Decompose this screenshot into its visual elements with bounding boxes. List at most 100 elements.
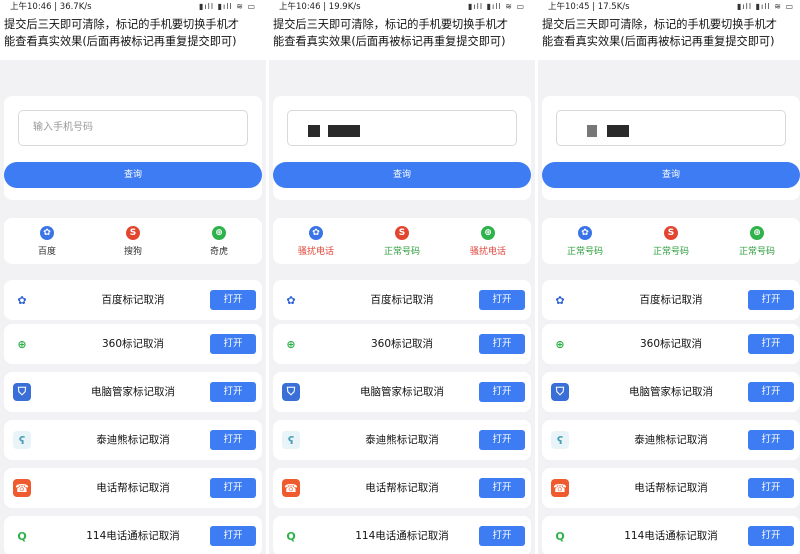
notice-text: 提交后三天即可清除，标记的手机要切换手机才 能查看真实效果(后面再被标记再重复提交… (269, 14, 535, 60)
phone-number-input[interactable] (556, 110, 786, 146)
result-item: ⊕ 奇虎 (179, 225, 259, 257)
open-button[interactable]: 打开 (479, 478, 525, 498)
open-button[interactable]: 打开 (748, 478, 794, 498)
unmark-row: Q 114电话通标记取消 打开 (542, 516, 800, 554)
unmark-row: ✿ 百度标记取消 打开 (4, 280, 262, 320)
status-time: 上午10:45 (548, 2, 590, 12)
unmark-row: ʕ 泰迪熊标记取消 打开 (4, 420, 262, 460)
status-bar: 上午10:45 | 17.5K/s ▮ıll ▮ıll ≋ ▭ (538, 0, 800, 14)
notice-line: 能查看真实效果(后面再被标记再重复提交即可) (273, 35, 506, 48)
network-speed: 36.7K/s (59, 2, 92, 12)
query-button[interactable]: 查询 (273, 162, 531, 188)
status-icons: ▮ıll ▮ıll ≋ ▭ (467, 2, 525, 11)
unmark-row: ⊕ 360标记取消 打开 (542, 324, 800, 364)
search-card: 查询 (542, 96, 800, 200)
phone-number-input[interactable] (287, 110, 517, 146)
open-button[interactable]: 打开 (210, 290, 256, 310)
open-button[interactable]: 打开 (748, 290, 794, 310)
open-button[interactable]: 打开 (210, 334, 256, 354)
result-item: S 搜狗 (93, 225, 173, 257)
unmark-row: ☎ 电话帮标记取消 打开 (273, 468, 531, 508)
unmark-row: ☎ 电话帮标记取消 打开 (542, 468, 800, 508)
status-left: 上午10:46 | 19.9K/s (279, 2, 361, 12)
phone-screen-panel: 上午10:46 | 19.9K/s ▮ıll ▮ıll ≋ ▭ 提交后三天即可清除，… (269, 0, 535, 554)
phone-number-input[interactable]: 输入手机号码 (18, 110, 248, 146)
unmark-row: ⊕ 360标记取消 打开 (4, 324, 262, 364)
qihoo-360-icon: ⊕ (212, 225, 226, 240)
notice-text: 提交后三天即可清除，标记的手机要切换手机才 能查看真实效果(后面再被标记再重复提交… (538, 14, 800, 60)
query-button[interactable]: 查询 (542, 162, 800, 188)
unmark-row: Q 114电话通标记取消 打开 (4, 516, 262, 554)
status-left: 上午10:45 | 17.5K/s (548, 2, 630, 12)
unmark-row: ʕ 泰迪熊标记取消 打开 (273, 420, 531, 460)
redacted-phone-number (607, 125, 629, 137)
phone-screen-panel: 上午10:46 | 36.7K/s ▮ıll ▮ıll ≋ ▭ 提交后三天即可清除，… (0, 0, 266, 554)
open-button[interactable]: 打开 (479, 382, 525, 402)
status-time: 上午10:46 (10, 2, 52, 12)
open-button[interactable]: 打开 (479, 430, 525, 450)
open-button[interactable]: 打开 (210, 526, 256, 546)
unmark-row: ⛉ 电脑管家标记取消 打开 (273, 372, 531, 412)
unmark-row: ⛉ 电脑管家标记取消 打开 (4, 372, 262, 412)
status-icons: ▮ıll ▮ıll ≋ ▭ (198, 2, 256, 11)
unmark-row: ✿ 百度标记取消 打开 (273, 280, 531, 320)
redacted-phone-number (328, 125, 360, 137)
result-item: S 正常号码 (631, 225, 711, 257)
result-item: ✿ 正常号码 (545, 225, 625, 257)
unmark-row: ☎ 电话帮标记取消 打开 (4, 468, 262, 508)
result-label: 正常号码 (566, 246, 603, 257)
open-button[interactable]: 打开 (210, 478, 256, 498)
open-button[interactable]: 打开 (748, 334, 794, 354)
result-label: 正常号码 (738, 246, 775, 257)
status-left: 上午10:46 | 36.7K/s (10, 2, 92, 12)
open-button[interactable]: 打开 (748, 382, 794, 402)
baidu-paw-icon: ✿ (309, 225, 323, 240)
status-bar: 上午10:46 | 19.9K/s ▮ıll ▮ıll ≋ ▭ (269, 0, 535, 14)
result-label: 骚扰电话 (469, 246, 506, 257)
result-label: 骚扰电话 (297, 246, 334, 257)
network-speed: 17.5K/s (597, 2, 630, 12)
phone-screen-panel: 上午10:45 | 17.5K/s ▮ıll ▮ıll ≋ ▭ 提交后三天即可清除，… (538, 0, 800, 554)
open-button[interactable]: 打开 (748, 430, 794, 450)
notice-line: 能查看真实效果(后面再被标记再重复提交即可) (542, 35, 775, 48)
status-bar: 上午10:46 | 36.7K/s ▮ıll ▮ıll ≋ ▭ (0, 0, 266, 14)
unmark-row: Q 114电话通标记取消 打开 (273, 516, 531, 554)
result-item: ✿ 百度 (7, 225, 87, 257)
redacted-phone-number (308, 125, 320, 137)
result-label: 百度 (37, 246, 56, 257)
network-speed: 19.9K/s (328, 2, 361, 12)
sogou-s-icon: S (664, 225, 678, 240)
notice-text: 提交后三天即可清除，标记的手机要切换手机才 能查看真实效果(后面再被标记再重复提交… (0, 14, 266, 60)
open-button[interactable]: 打开 (479, 290, 525, 310)
search-card: 查询 (273, 96, 531, 200)
result-item: ⊕ 骚扰电话 (448, 225, 528, 257)
sogou-s-icon: S (126, 225, 140, 240)
notice-line: 能查看真实效果(后面再被标记再重复提交即可) (4, 35, 237, 48)
unmark-row: ⛉ 电脑管家标记取消 打开 (542, 372, 800, 412)
result-item: S 正常号码 (362, 225, 442, 257)
qihoo-360-icon: ⊕ (481, 225, 495, 240)
status-icons: ▮ıll ▮ıll ≋ ▭ (736, 2, 794, 11)
status-time: 上午10:46 (279, 2, 321, 12)
lookup-results: ✿ 骚扰电话 S 正常号码 ⊕ 骚扰电话 (273, 218, 531, 264)
open-button[interactable]: 打开 (479, 526, 525, 546)
result-label: 正常号码 (652, 246, 689, 257)
notice-line: 提交后三天即可清除，标记的手机要切换手机才 (542, 18, 777, 31)
lookup-results: ✿ 百度 S 搜狗 ⊕ 奇虎 (4, 218, 262, 264)
open-button[interactable]: 打开 (748, 526, 794, 546)
result-label: 搜狗 (123, 246, 142, 257)
screenshot-collage: 上午10:46 | 36.7K/s ▮ıll ▮ıll ≋ ▭ 提交后三天即可清除，… (0, 0, 800, 554)
result-item: ✿ 骚扰电话 (276, 225, 356, 257)
open-button[interactable]: 打开 (210, 430, 256, 450)
unmark-row: ʕ 泰迪熊标记取消 打开 (542, 420, 800, 460)
search-card: 输入手机号码 查询 (4, 96, 262, 200)
lookup-results: ✿ 正常号码 S 正常号码 ⊕ 正常号码 (542, 218, 800, 264)
unmark-row: ⊕ 360标记取消 打开 (273, 324, 531, 364)
baidu-paw-icon: ✿ (578, 225, 592, 240)
redacted-phone-number (587, 125, 597, 137)
open-button[interactable]: 打开 (479, 334, 525, 354)
query-button[interactable]: 查询 (4, 162, 262, 188)
notice-line: 提交后三天即可清除，标记的手机要切换手机才 (4, 18, 239, 31)
sogou-s-icon: S (395, 225, 409, 240)
open-button[interactable]: 打开 (210, 382, 256, 402)
